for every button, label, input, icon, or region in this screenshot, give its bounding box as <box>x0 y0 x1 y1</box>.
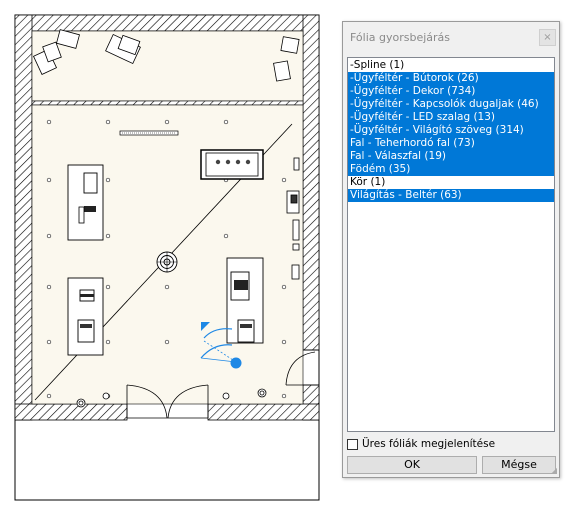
desk-2[interactable] <box>67 277 104 356</box>
show-empty-layers-label: Üres fóliák megjelenítése <box>362 438 496 450</box>
resize-grip-icon[interactable]: ◢ <box>551 466 557 475</box>
close-icon[interactable]: × <box>539 29 556 46</box>
layer-list-item[interactable]: Födém (35) <box>348 163 554 176</box>
layer-list-item[interactable]: Fal - Teherhordó fal (73) <box>348 137 554 150</box>
layer-list-item[interactable]: -Spline (1) <box>348 59 554 72</box>
display-panel[interactable] <box>200 149 264 180</box>
layer-list-item[interactable]: -Ügyféltér - Kapcsolók dugaljak (46) <box>348 98 554 111</box>
layer-list-item[interactable]: Kör (1) <box>348 176 554 189</box>
layer-list-item[interactable]: Fal - Válaszfal (19) <box>348 150 554 163</box>
desk-1[interactable] <box>67 164 104 241</box>
layer-list-item[interactable]: -Ügyféltér - Bútorok (26) <box>348 72 554 85</box>
ceiling-lamp[interactable] <box>156 251 178 273</box>
layer-quickwalk-dialog: Fólia gyorsbejárás × -Spline (1) -Ügyfélt… <box>342 21 560 478</box>
dialog-title: Fólia gyorsbejárás <box>350 31 451 44</box>
checkbox-icon[interactable] <box>347 438 358 450</box>
layer-list-item[interactable]: -Ügyféltér - Dekor (734) <box>348 85 554 98</box>
show-empty-layers-checkbox[interactable]: Üres fóliák megjelenítése <box>347 437 495 451</box>
layer-list[interactable]: -Spline (1) -Ügyféltér - Bútorok (26) -Ügy… <box>347 57 555 432</box>
cancel-button[interactable]: Mégse <box>482 456 556 474</box>
ok-button[interactable]: OK <box>347 456 477 474</box>
layer-list-item[interactable]: Világítás - Beltér (63) <box>348 189 554 202</box>
rotation-handle-icon <box>230 357 242 369</box>
layer-list-item[interactable]: -Ügyféltér - LED szalag (13) <box>348 111 554 124</box>
desk-3[interactable] <box>226 257 264 344</box>
partition-wall[interactable] <box>31 100 304 106</box>
layer-list-item[interactable]: -Ügyféltér - Világító szöveg (314) <box>348 124 554 137</box>
